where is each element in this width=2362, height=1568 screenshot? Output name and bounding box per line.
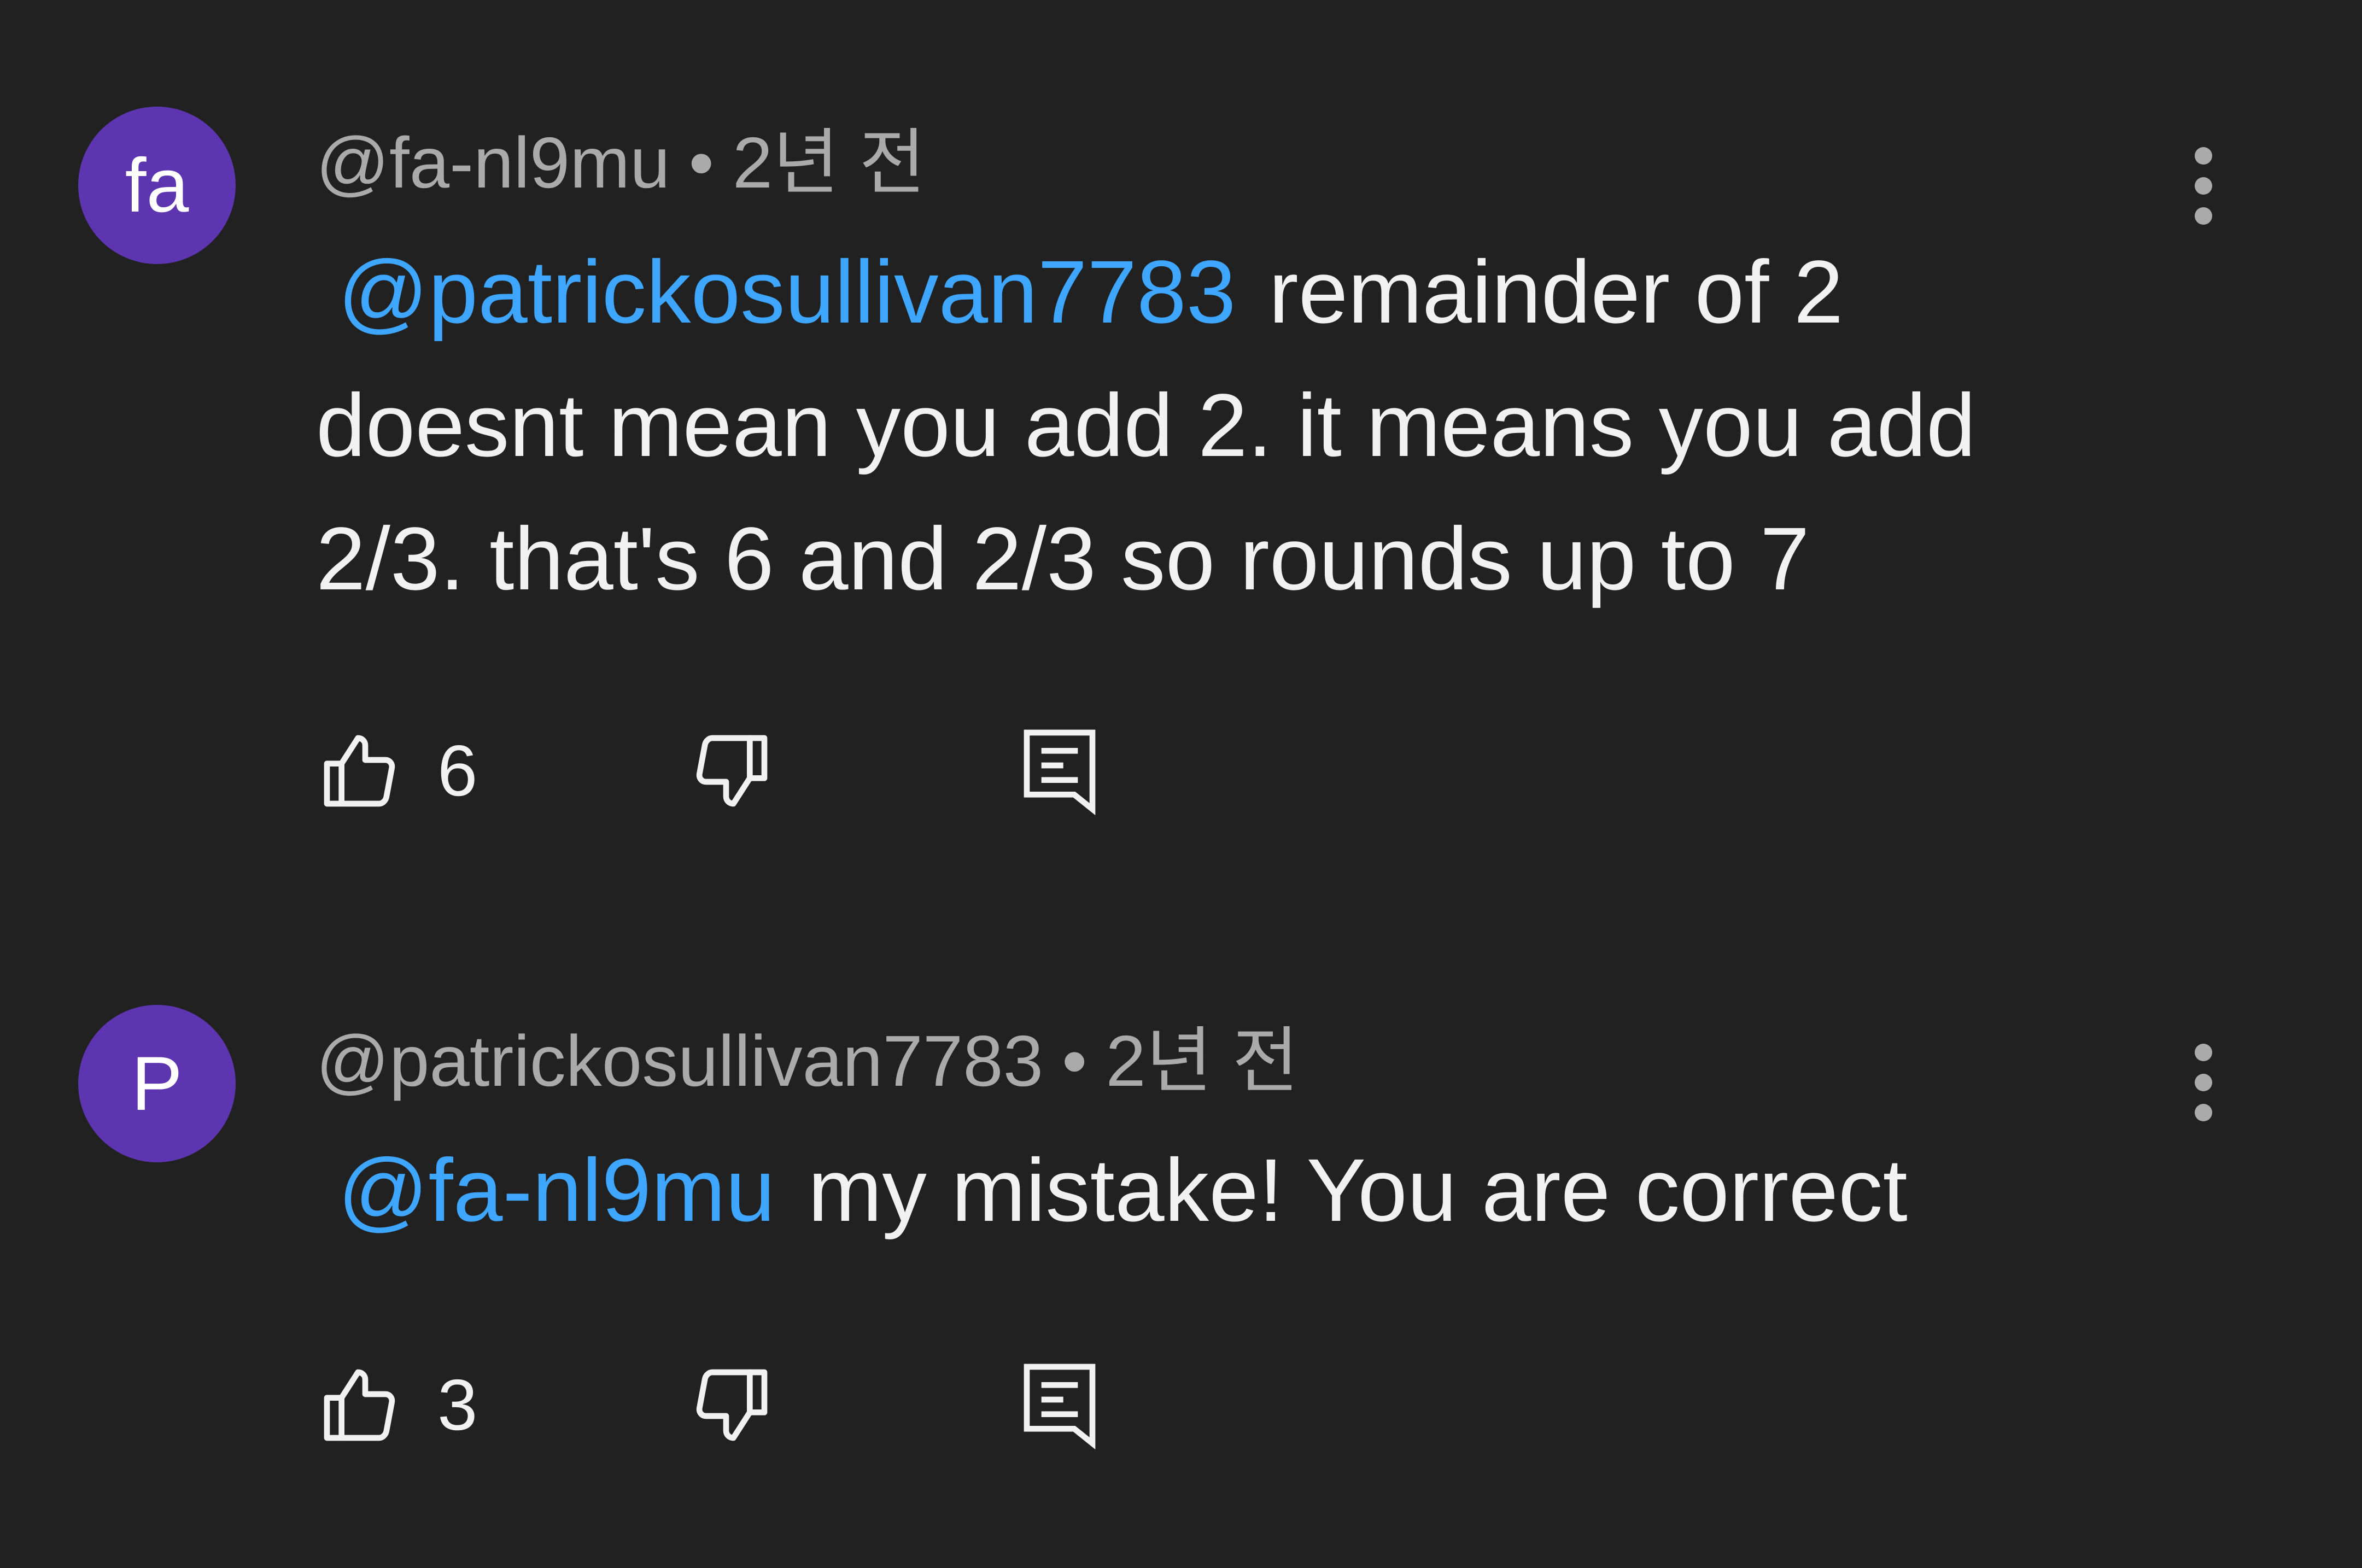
- more-options-button[interactable]: [2176, 1028, 2231, 1137]
- avatar[interactable]: P: [78, 1005, 236, 1162]
- thumbs-down-icon: [688, 1361, 775, 1449]
- reply-button[interactable]: [1016, 1350, 1103, 1460]
- avatar[interactable]: fa: [78, 107, 236, 264]
- comment-body: my mistake! You are correct: [808, 1140, 1908, 1240]
- more-vert-icon: [2193, 1042, 2214, 1124]
- comment-timestamp[interactable]: 2년 전: [733, 122, 926, 203]
- like-button[interactable]: 3: [316, 1350, 477, 1460]
- comment-header: @patrickosullivan7783 • 2년 전: [316, 1025, 1299, 1097]
- reply-comment-icon: [1016, 1356, 1103, 1454]
- comment-item: fa @fa-nl9mu • 2년 전 @patrickosullivan7783 r…: [0, 0, 2362, 940]
- comment-item: P @patrickosullivan7783 • 2년 전 @fa-nl9mu my…: [0, 940, 2362, 1568]
- author-name[interactable]: @fa-nl9mu: [316, 122, 670, 203]
- comment-actions: 6: [316, 716, 1410, 826]
- comment-text: @fa-nl9mu my mistake! You are correct: [316, 1124, 2077, 1257]
- dislike-button[interactable]: [688, 1350, 775, 1460]
- comment-header: @fa-nl9mu • 2년 전: [316, 127, 926, 199]
- like-button[interactable]: 6: [316, 716, 477, 826]
- separator-dot: •: [688, 122, 714, 203]
- thumbs-up-icon: [316, 727, 404, 815]
- comment-timestamp[interactable]: 2년 전: [1106, 1021, 1299, 1101]
- mention-link[interactable]: @fa-nl9mu: [338, 1140, 775, 1240]
- reply-comment-icon: [1016, 722, 1103, 820]
- dislike-button[interactable]: [688, 716, 775, 826]
- reply-button[interactable]: [1016, 716, 1103, 826]
- author-name[interactable]: @patrickosullivan7783: [316, 1021, 1043, 1101]
- comment-actions: 3: [316, 1350, 1410, 1460]
- separator-dot: •: [1062, 1021, 1088, 1101]
- thumbs-up-icon: [316, 1361, 404, 1449]
- mention-link[interactable]: @patrickosullivan7783: [338, 242, 1236, 342]
- like-count: 6: [437, 730, 478, 811]
- more-vert-icon: [2193, 145, 2214, 227]
- like-count: 3: [437, 1365, 478, 1445]
- thumbs-down-icon: [688, 727, 775, 815]
- more-options-button[interactable]: [2176, 131, 2231, 241]
- comment-text: @patrickosullivan7783 remainder of 2 does…: [316, 225, 2077, 625]
